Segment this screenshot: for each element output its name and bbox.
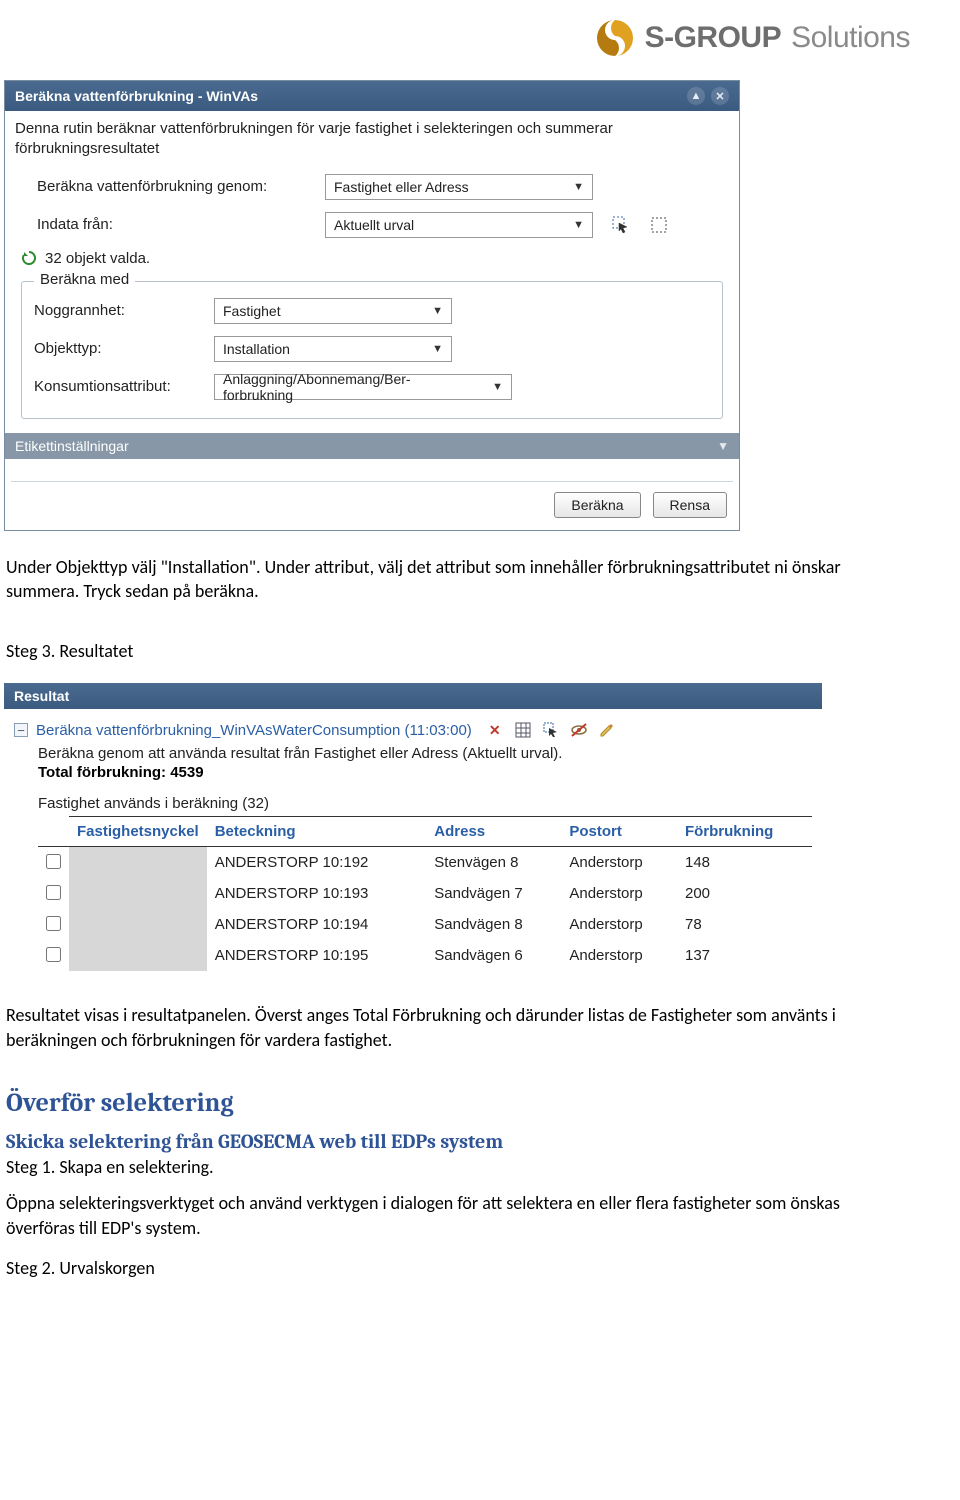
cell-postort: Anderstorp (561, 909, 677, 940)
table-icon[interactable] (514, 721, 532, 739)
doc-paragraph: Under Objekttyp välj "Installation". Und… (6, 555, 910, 604)
table-header-row: Fastighetsnyckel Beteckning Adress Posto… (38, 817, 812, 847)
label-settings-title: Etikettinställningar (15, 438, 129, 454)
logo-icon (595, 18, 635, 58)
calc-by-value: Fastighet eller Adress (334, 179, 469, 195)
accuracy-label: Noggrannhet: (30, 302, 214, 319)
cell-beteckning: ANDERSTORP 10:195 (207, 940, 427, 971)
step-heading: Steg 3. Resultatet (6, 639, 910, 663)
cell-beteckning: ANDERSTORP 10:193 (207, 878, 427, 909)
indata-select[interactable]: Aktuellt urval ▼ (325, 212, 593, 238)
step-heading: Steg 2. Urvalskorgen (6, 1256, 910, 1280)
result-total: Total förbrukning: 4539 (4, 764, 822, 791)
selection-pointer-icon[interactable] (542, 721, 560, 739)
cell-fastighetsnyckel (69, 940, 207, 971)
calc-dialog: Beräkna vattenförbrukning - WinVAs ▲ ✕ D… (4, 80, 740, 531)
chevron-down-icon: ▼ (573, 219, 584, 231)
objecttype-label: Objekttyp: (30, 340, 214, 357)
cell-beteckning: ANDERSTORP 10:194 (207, 909, 427, 940)
doc-paragraph: Resultatet visas i resultatpanelen. Över… (6, 1003, 910, 1052)
cell-forbrukning: 200 (677, 878, 812, 909)
result-link[interactable]: Beräkna vattenförbrukning_WinVAsWaterCon… (36, 722, 472, 739)
cell-postort: Anderstorp (561, 878, 677, 909)
calculate-button[interactable]: Beräkna (554, 492, 640, 518)
clear-button[interactable]: Rensa (653, 492, 727, 518)
chevron-down-icon: ▼ (492, 381, 503, 393)
fieldset-legend: Beräkna med (34, 271, 135, 288)
table-row[interactable]: ANDERSTORP 10:192 Stenvägen 8 Anderstorp… (38, 847, 812, 879)
row-checkbox[interactable] (46, 916, 61, 931)
brand-logo: S-GROUP Solutions (595, 18, 910, 58)
chevron-down-icon: ▼ (432, 305, 443, 317)
heading-transfer: Överför selektering (6, 1088, 910, 1118)
consumption-attr-select[interactable]: Anlaggning/Abonnemang/Ber-forbrukning ▼ (214, 374, 512, 400)
cell-forbrukning: 78 (677, 909, 812, 940)
close-icon[interactable]: ✕ (711, 87, 729, 105)
refresh-icon[interactable] (21, 250, 37, 266)
col-forbrukning[interactable]: Förbrukning (677, 817, 812, 847)
logo-text-bold: S-GROUP (645, 21, 782, 55)
result-subheading: Fastighet används i beräkning (32) (4, 791, 822, 816)
cell-postort: Anderstorp (561, 847, 677, 879)
cell-postort: Anderstorp (561, 940, 677, 971)
collapse-button[interactable]: − (14, 723, 28, 737)
step-heading: Steg 1. Skapa en selektering. (6, 1155, 910, 1179)
col-fastighetsnyckel[interactable]: Fastighetsnyckel (69, 817, 207, 847)
result-title: Resultat (4, 683, 822, 709)
delete-icon[interactable]: ✕ (486, 721, 504, 739)
cell-fastighetsnyckel (69, 909, 207, 940)
objecttype-select[interactable]: Installation ▼ (214, 336, 452, 362)
table-row[interactable]: ANDERSTORP 10:193 Sandvägen 7 Anderstorp… (38, 878, 812, 909)
table-row[interactable]: ANDERSTORP 10:195 Sandvägen 6 Anderstorp… (38, 940, 812, 971)
eye-off-icon[interactable] (570, 721, 588, 739)
calc-with-fieldset: Beräkna med Noggrannhet: Fastighet ▼ Obj… (21, 281, 723, 419)
indata-value: Aktuellt urval (334, 217, 414, 233)
consumption-attr-value: Anlaggning/Abonnemang/Ber-forbrukning (223, 371, 480, 403)
selection-rect-icon[interactable] (649, 215, 669, 235)
objecttype-value: Installation (223, 341, 290, 357)
table-row[interactable]: ANDERSTORP 10:194 Sandvägen 8 Anderstorp… (38, 909, 812, 940)
chevron-down-icon: ▼ (717, 439, 729, 453)
row-checkbox[interactable] (46, 854, 61, 869)
chevron-down-icon: ▼ (432, 343, 443, 355)
row-checkbox[interactable] (46, 947, 61, 962)
cell-forbrukning: 137 (677, 940, 812, 971)
cell-adress: Stenvägen 8 (426, 847, 561, 879)
logo-text-light: Solutions (791, 21, 910, 55)
cell-forbrukning: 148 (677, 847, 812, 879)
result-table: Fastighetsnyckel Beteckning Adress Posto… (38, 816, 812, 971)
indata-label: Indata från: (15, 216, 325, 233)
status-text: 32 objekt valda. (45, 250, 150, 267)
dialog-title: Beräkna vattenförbrukning - WinVAs (15, 88, 687, 104)
accuracy-select[interactable]: Fastighet ▼ (214, 298, 452, 324)
col-beteckning[interactable]: Beteckning (207, 817, 427, 847)
result-meta: Beräkna genom att använda resultat från … (4, 743, 822, 764)
selection-pointer-icon[interactable] (611, 215, 631, 235)
dialog-titlebar[interactable]: Beräkna vattenförbrukning - WinVAs ▲ ✕ (5, 81, 739, 111)
label-settings-header[interactable]: Etikettinställningar ▼ (5, 433, 739, 459)
cell-fastighetsnyckel (69, 878, 207, 909)
doc-paragraph: Öppna selekteringsverktyget och använd v… (6, 1191, 910, 1240)
cell-adress: Sandvägen 7 (426, 878, 561, 909)
calc-by-select[interactable]: Fastighet eller Adress ▼ (325, 174, 593, 200)
edit-icon[interactable] (598, 721, 616, 739)
cell-fastighetsnyckel (69, 847, 207, 879)
cell-beteckning: ANDERSTORP 10:192 (207, 847, 427, 879)
subheading-send: Skicka selektering från GEOSECMA web til… (6, 1130, 910, 1153)
consumption-attr-label: Konsumtionsattribut: (30, 378, 214, 395)
accuracy-value: Fastighet (223, 303, 281, 319)
result-panel: Resultat − Beräkna vattenförbrukning_Win… (4, 683, 822, 971)
collapse-icon[interactable]: ▲ (687, 87, 705, 105)
col-adress[interactable]: Adress (426, 817, 561, 847)
cell-adress: Sandvägen 8 (426, 909, 561, 940)
cell-adress: Sandvägen 6 (426, 940, 561, 971)
chevron-down-icon: ▼ (573, 181, 584, 193)
dialog-intro: Denna rutin beräknar vattenförbrukningen… (15, 119, 729, 168)
col-postort[interactable]: Postort (561, 817, 677, 847)
row-checkbox[interactable] (46, 885, 61, 900)
calc-by-label: Beräkna vattenförbrukning genom: (15, 178, 325, 195)
logo-bar: S-GROUP Solutions (0, 0, 960, 70)
